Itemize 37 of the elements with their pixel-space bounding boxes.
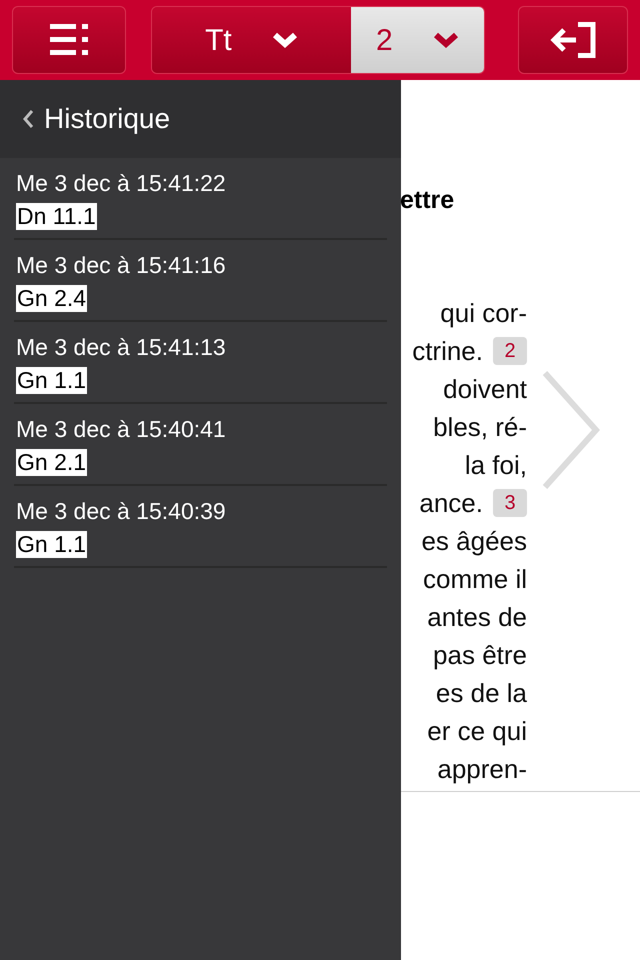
chevron-down-icon [432, 32, 459, 48]
text-line: er ce qui [427, 718, 527, 744]
text-line: doivent [443, 376, 527, 402]
chevron-down-icon [272, 32, 298, 48]
text-line: antes de [427, 604, 527, 630]
panel-title: Historique [44, 102, 170, 136]
text-line: la foi, [464, 452, 527, 478]
text-line: comme il [422, 566, 527, 592]
history-time[interactable]: Me 3 dec à 15:41:13 [16, 336, 226, 359]
text-line: es âgées [421, 528, 527, 554]
size-dropdown[interactable]: 2 [350, 7, 484, 73]
verse-number[interactable]: 2 [493, 337, 527, 365]
verse-reference[interactable]: Gn 1.1 [16, 367, 88, 394]
history-time[interactable]: Me 3 dec à 15:40:41 [16, 418, 226, 441]
verse-reference[interactable]: Gn 2.1 [16, 449, 88, 476]
history-time[interactable]: Me 3 dec à 15:40:39 [16, 500, 226, 523]
text-line: pas être [433, 642, 527, 668]
verse-reference[interactable]: Gn 2.4 [16, 285, 88, 312]
verse-reference[interactable]: Gn 1.1 [16, 531, 88, 558]
menu-icon [50, 24, 88, 56]
text-line: qui cor- [440, 300, 527, 326]
chapter-heading: ettre [400, 188, 454, 213]
back-button[interactable]: Historique [22, 98, 170, 140]
text-line: bles, ré- [433, 414, 527, 440]
text-line: ctrine. [412, 338, 483, 364]
text-line: appren- [437, 756, 527, 782]
font-dropdown[interactable]: Tt [152, 7, 351, 73]
history-time[interactable]: Me 3 dec à 15:41:22 [16, 172, 226, 195]
text-line: ance. [419, 490, 483, 516]
exit-button[interactable] [518, 6, 628, 74]
verse-number[interactable]: 3 [493, 489, 527, 517]
menu-button[interactable] [12, 6, 126, 74]
text-line: es de la [436, 680, 527, 706]
exit-icon [548, 22, 598, 58]
back-icon [22, 109, 34, 129]
verse-reference[interactable]: Dn 11.1 [16, 203, 97, 230]
history-time[interactable]: Me 3 dec à 15:41:16 [16, 254, 226, 277]
